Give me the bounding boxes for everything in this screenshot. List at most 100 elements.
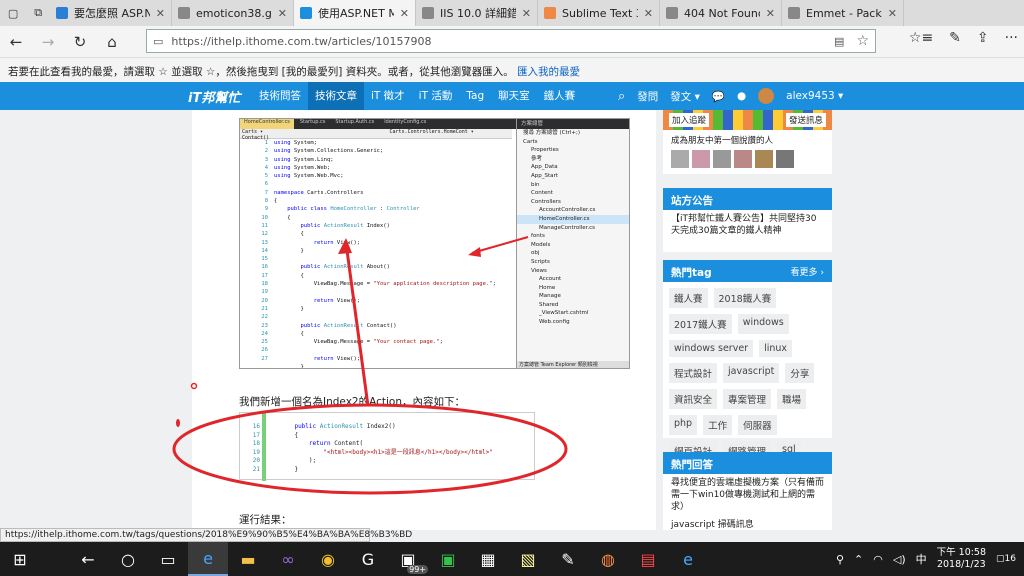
reading-view-icon[interactable]: ▤	[834, 35, 844, 48]
site-nav-item[interactable]: 技術問答	[252, 82, 308, 110]
message-button[interactable]: 發送訊息	[785, 113, 826, 127]
close-icon[interactable]: ✕	[888, 7, 897, 20]
browser-tab[interactable]: 404 Not Found ✕	[660, 0, 782, 26]
tag-chip[interactable]: 工作	[703, 415, 733, 435]
tag-chip[interactable]: 程式設計	[669, 363, 718, 383]
cortana-icon[interactable]: ○	[108, 542, 148, 576]
fan-avatar[interactable]	[734, 150, 752, 168]
site-nav-item[interactable]: iT 徵才	[364, 82, 412, 110]
forward-button[interactable]: →	[32, 33, 64, 51]
close-icon[interactable]: ✕	[644, 7, 653, 20]
google-icon[interactable]: G	[348, 542, 388, 576]
search-icon[interactable]: ⌕	[618, 89, 625, 104]
chrome-icon[interactable]: ◉	[308, 542, 348, 576]
fan-avatar[interactable]	[713, 150, 731, 168]
tag-chip[interactable]: windows	[737, 314, 789, 334]
site-nav-item[interactable]: iT 活動	[412, 82, 460, 110]
site-logo[interactable]: iT邦幫忙	[188, 87, 252, 106]
volume-icon[interactable]: ◁)	[893, 553, 906, 566]
address-bar[interactable]: ▭ https://ithelp.ithome.com.tw/articles/…	[146, 29, 876, 53]
page-info-icon[interactable]: ▭	[153, 35, 163, 48]
tag-chip[interactable]: 資訊安全	[669, 389, 718, 409]
refresh-button[interactable]: ↻	[64, 33, 96, 51]
back-taskbar-icon[interactable]: ←	[68, 542, 108, 576]
ask-button[interactable]: 發問	[637, 89, 658, 104]
article-paragraph: 我們新增一個名為Index2的Action，內容如下：	[239, 396, 465, 408]
ime-icon[interactable]: 中	[916, 551, 927, 567]
tag-chip[interactable]: 2018鐵人賽	[713, 288, 777, 308]
close-icon[interactable]: ✕	[766, 7, 775, 20]
action-center-icon[interactable]: ▢16	[996, 554, 1016, 564]
browser-tab[interactable]: 要怎麼照 ASP.NET 4.0 ✕	[50, 0, 172, 26]
tag-chip[interactable]: linux	[759, 340, 793, 357]
visual-studio-icon[interactable]: ∞	[268, 542, 308, 576]
solution-item: AccountController.cs	[539, 207, 596, 214]
wifi-icon[interactable]: ◠	[873, 553, 883, 566]
tag-chip[interactable]: javascript	[723, 363, 780, 383]
follow-button[interactable]: 加入追蹤	[669, 113, 710, 127]
task-view-icon[interactable]: ▭	[148, 542, 188, 576]
browser-tab[interactable]: Sublime Text 3 操作 § ✕	[538, 0, 660, 26]
clock[interactable]: 下午 10:58 2018/1/23	[937, 547, 986, 571]
tag-chip[interactable]: windows server	[669, 340, 754, 357]
fan-avatar[interactable]	[755, 150, 773, 168]
sublime-icon[interactable]: ▧	[508, 542, 548, 576]
site-nav-item[interactable]: 聊天室	[491, 82, 537, 110]
more-tags-link[interactable]: 看更多 ›	[791, 265, 824, 278]
ie-icon[interactable]: e	[668, 542, 708, 576]
tab-favicon-icon	[788, 7, 800, 19]
url-text[interactable]: https://ithelp.ithome.com.tw/articles/10…	[171, 35, 834, 48]
notification-icon[interactable]: ●	[737, 90, 746, 102]
notes-icon[interactable]: ✎	[949, 30, 961, 46]
store-icon[interactable]: ▤	[628, 542, 668, 576]
browser-tab[interactable]: Emmet - Packages - P ✕	[782, 0, 904, 26]
site-nav-item[interactable]: 鐵人賽	[537, 82, 583, 110]
post-button[interactable]: 發文 ▾	[670, 89, 700, 104]
tag-chip[interactable]: 專案管理	[723, 389, 772, 409]
edge-icon[interactable]: e	[188, 542, 228, 576]
tag-chip[interactable]: 鐵人賽	[669, 288, 708, 308]
site-nav-item[interactable]: Tag	[459, 82, 491, 110]
people-icon[interactable]: ⚲	[836, 553, 844, 566]
firefox-icon[interactable]: ◍	[588, 542, 628, 576]
start-button[interactable]: ⊞	[0, 542, 40, 576]
file-explorer-icon[interactable]: ▬	[228, 542, 268, 576]
tag-chip[interactable]: 分享	[785, 363, 815, 383]
solution-item: App_Start	[531, 172, 558, 179]
more-icon[interactable]: ···	[1005, 30, 1018, 46]
user-menu[interactable]: alex9453 ▾	[786, 90, 843, 102]
browser-tab[interactable]: IIS 10.0 詳細錯誤 - 40 ✕	[416, 0, 538, 26]
chevron-up-icon[interactable]: ⌃	[854, 553, 863, 566]
favorite-star-icon[interactable]: ☆	[856, 33, 869, 49]
close-icon[interactable]: ✕	[156, 7, 165, 20]
home-button[interactable]: ⌂	[96, 33, 128, 51]
share-icon[interactable]: ⇪	[977, 30, 989, 46]
close-icon[interactable]: ✕	[400, 7, 409, 20]
chat-icon[interactable]: 💬	[712, 90, 725, 103]
paint-icon[interactable]: ✎	[548, 542, 588, 576]
tag-chip[interactable]: php	[669, 415, 698, 435]
close-icon[interactable]: ✕	[278, 7, 287, 20]
back-button[interactable]: ←	[0, 33, 32, 51]
import-favorites-link[interactable]: 匯入我的最愛	[517, 66, 580, 78]
site-nav-item[interactable]: 技術文章	[308, 82, 364, 110]
favorites-hub-icon[interactable]: ☆≡	[909, 30, 933, 46]
set-aside-icon[interactable]: ⧉	[34, 6, 42, 20]
browser-tab[interactable]: 使用ASP.NET MV ✕	[294, 0, 416, 26]
tag-chip[interactable]: 伺服器	[738, 415, 777, 435]
line-icon[interactable]: ▣	[428, 542, 468, 576]
fan-avatar[interactable]	[671, 150, 689, 168]
app-icon[interactable]: ▦	[468, 542, 508, 576]
fan-avatar[interactable]	[776, 150, 794, 168]
close-icon[interactable]: ✕	[522, 7, 531, 20]
tag-chip[interactable]: 2017鐵人賽	[669, 314, 732, 334]
browser-tab[interactable]: emoticon38.gif ✕	[172, 0, 294, 26]
tab-preview-icon[interactable]: ▢	[8, 7, 18, 20]
fan-avatar[interactable]	[692, 150, 710, 168]
hot-answer-item[interactable]: javascript 掃碼訊息	[663, 516, 832, 530]
tag-chip[interactable]: 職場	[777, 389, 807, 409]
hot-answer-item[interactable]: 尋找便宜的雲端虛擬機方案（只有備而需一下win10做專機測試和上網的需求）	[663, 474, 832, 516]
announce-item[interactable]: 【iT邦幫忙鐵人賽公告】共同堅持30天完成30篇文章的鐵人精神	[663, 210, 832, 240]
avatar[interactable]	[758, 88, 775, 104]
game-icon[interactable]: ▣ 99+	[388, 542, 428, 576]
